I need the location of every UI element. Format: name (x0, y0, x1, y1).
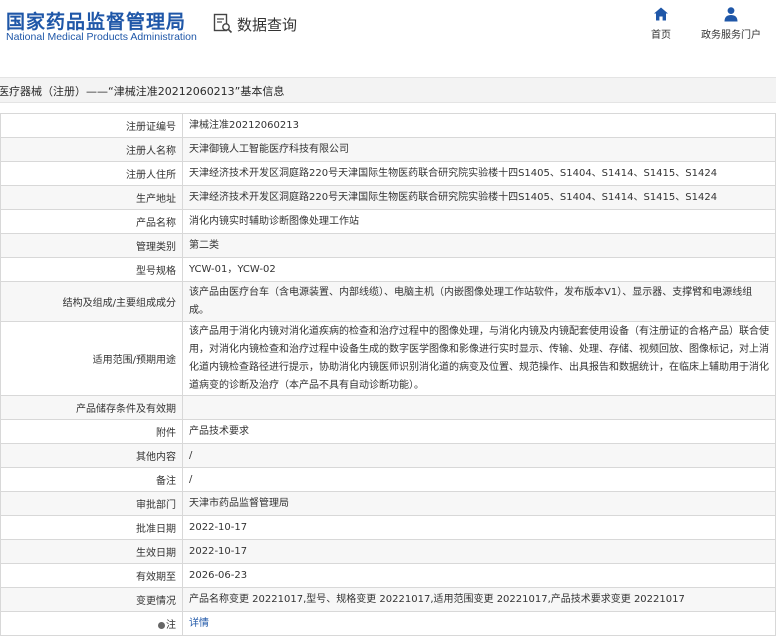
table-row: 其他内容 / (0, 443, 776, 468)
field-value: 2026-06-23 (182, 563, 776, 588)
field-value: 天津市药品监督管理局 (182, 491, 776, 516)
details-link[interactable]: 详情 (189, 618, 209, 629)
field-label: 审批部门 (0, 491, 183, 516)
field-value: 2022-10-17 (182, 539, 776, 564)
field-label: 附件 (0, 419, 183, 444)
field-label: 注 (166, 620, 176, 631)
table-row: 审批部门 天津市药品监督管理局 (0, 491, 776, 516)
field-value: 消化内镜实时辅助诊断图像处理工作站 (182, 209, 776, 234)
record-title: 医疗器械（注册）——“津械注准20212060213”基本信息 (0, 85, 285, 98)
field-value: 第二类 (182, 233, 776, 258)
table-row: 附件 产品技术要求 (0, 419, 776, 444)
logo-title-en: National Medical Products Administration (6, 31, 197, 43)
table-row: 注 详情 (0, 611, 776, 636)
table-row: 有效期至 2026-06-23 (0, 563, 776, 588)
field-label: 备注 (0, 467, 183, 492)
field-value: YCW-01，YCW-02 (182, 257, 776, 282)
table-row: 注册证编号 津械注准20212060213 (0, 113, 776, 138)
user-icon (724, 7, 738, 22)
field-label: 有效期至 (0, 563, 183, 588)
logo-title-cn[interactable]: 国家药品监督管理局 (6, 7, 186, 34)
field-value: / (182, 443, 776, 468)
table-row: 管理类别 第二类 (0, 233, 776, 258)
field-value: 该产品由医疗台车（含电源装置、内部线缆）、电脑主机（内嵌图像处理工作站软件，发布… (182, 281, 776, 322)
table-row: 变更情况 产品名称变更 20221017,型号、规格变更 20221017,适用… (0, 587, 776, 612)
field-value: 2022-10-17 (182, 515, 776, 540)
table-row: 产品储存条件及有效期 (0, 395, 776, 420)
field-label: 其他内容 (0, 443, 183, 468)
note-label-cell: 注 (0, 611, 183, 636)
field-value (182, 395, 776, 420)
table-row: 生效日期 2022-10-17 (0, 539, 776, 564)
table-row: 结构及组成/主要组成成分 该产品由医疗台车（含电源装置、内部线缆）、电脑主机（内… (0, 281, 776, 322)
field-label: 注册人住所 (0, 161, 183, 186)
nav-home-label: 首页 (651, 30, 671, 41)
table-row: 产品名称 消化内镜实时辅助诊断图像处理工作站 (0, 209, 776, 234)
table-row: 批准日期 2022-10-17 (0, 515, 776, 540)
field-label: 适用范围/预期用途 (0, 321, 183, 396)
field-label: 结构及组成/主要组成成分 (0, 281, 183, 322)
field-label: 管理类别 (0, 233, 183, 258)
data-query-label: 数据查询 (237, 15, 298, 34)
field-value: 天津经济技术开发区洞庭路220号天津国际生物医药联合研究院实验楼十四S1405、… (182, 185, 776, 210)
field-label: 型号规格 (0, 257, 183, 282)
field-value: / (182, 467, 776, 492)
document-search-icon (213, 13, 233, 34)
data-query-tab[interactable]: 数据查询 (213, 11, 297, 37)
field-label: 产品储存条件及有效期 (0, 395, 183, 420)
field-label: 注册人名称 (0, 137, 183, 162)
field-label: 生产地址 (0, 185, 183, 210)
field-label: 注册证编号 (0, 113, 183, 138)
record-title-bar: 医疗器械（注册）——“津械注准20212060213”基本信息 (0, 77, 776, 103)
note-dot-icon (158, 622, 165, 629)
field-value: 津械注准20212060213 (182, 113, 776, 138)
field-value: 该产品用于消化内镜对消化道疾病的检查和治疗过程中的图像处理，与消化内镜及内镜配套… (182, 321, 776, 396)
field-value: 产品技术要求 (182, 419, 776, 444)
table-row: 型号规格 YCW-01，YCW-02 (0, 257, 776, 282)
field-value: 详情 (182, 611, 776, 636)
nav-service-portal[interactable]: 政务服务门户 (700, 6, 762, 41)
field-label: 生效日期 (0, 539, 183, 564)
field-label: 产品名称 (0, 209, 183, 234)
home-icon (654, 7, 668, 21)
field-label: 批准日期 (0, 515, 183, 540)
page-header: 国家药品监督管理局 National Medical Products Admi… (0, 0, 776, 62)
field-label: 变更情况 (0, 587, 183, 612)
field-value: 天津经济技术开发区洞庭路220号天津国际生物医药联合研究院实验楼十四S1405、… (182, 161, 776, 186)
field-value: 产品名称变更 20221017,型号、规格变更 20221017,适用范围变更 … (182, 587, 776, 612)
device-info-table: 注册证编号 津械注准20212060213 注册人名称 天津御镜人工智能医疗科技… (0, 113, 776, 636)
nav-home[interactable]: 首页 (648, 6, 674, 41)
table-row: 适用范围/预期用途 该产品用于消化内镜对消化道疾病的检查和治疗过程中的图像处理，… (0, 321, 776, 396)
table-row: 注册人名称 天津御镜人工智能医疗科技有限公司 (0, 137, 776, 162)
table-row: 生产地址 天津经济技术开发区洞庭路220号天津国际生物医药联合研究院实验楼十四S… (0, 185, 776, 210)
table-row: 注册人住所 天津经济技术开发区洞庭路220号天津国际生物医药联合研究院实验楼十四… (0, 161, 776, 186)
table-row: 备注 / (0, 467, 776, 492)
field-value: 天津御镜人工智能医疗科技有限公司 (182, 137, 776, 162)
nav-service-portal-label: 政务服务门户 (701, 30, 761, 41)
